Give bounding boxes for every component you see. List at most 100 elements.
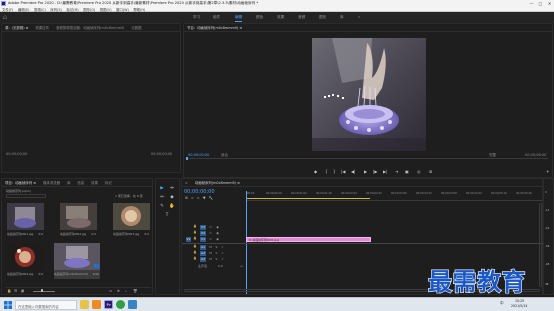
menu-graphics[interactable]: 图形(G) <box>83 7 95 12</box>
tab-source[interactable]: 源：(无剪辑) ≡ <box>5 25 29 30</box>
menu-markers[interactable]: 标记(M) <box>66 7 78 12</box>
menu-view[interactable]: 视图(V) <box>100 7 112 12</box>
windows-start-icon[interactable] <box>4 301 12 309</box>
tab-info[interactable]: 信息 <box>77 180 84 185</box>
project-search-input[interactable] <box>6 194 46 198</box>
icon-view-icon[interactable]: ▦ <box>21 289 24 293</box>
menu-help[interactable]: 帮助(H) <box>133 7 145 12</box>
eye-icon[interactable]: ◉ <box>215 225 220 230</box>
project-item-sequence[interactable]: 动画帧序列(m0c8mmm9) 6;00 <box>54 243 100 279</box>
go-to-in-button[interactable]: |◀ <box>341 169 345 174</box>
tab-project[interactable]: 项目：动画帧序列 ≡ <box>5 180 36 185</box>
solo-button[interactable]: S <box>214 245 219 250</box>
track-label-v3[interactable]: V3 <box>200 224 206 230</box>
track-lock-icon[interactable]: 🔒 <box>193 244 197 248</box>
premiere-taskbar-icon[interactable]: Pr <box>104 300 113 309</box>
work-area-bar[interactable] <box>246 198 370 199</box>
microphone-icon[interactable]: ♪ <box>220 245 225 250</box>
selection-tool-icon[interactable]: ▶ <box>158 185 166 192</box>
track-label-v2[interactable]: V2 <box>200 230 206 236</box>
workspace-assembly[interactable]: 组件 <box>213 15 220 20</box>
microphone-icon[interactable]: ♪ <box>220 251 225 256</box>
clock-date[interactable]: 2021/5/14 <box>511 304 527 308</box>
track-lock-icon[interactable]: 🔒 <box>193 236 197 240</box>
workspace-graphics[interactable]: 图形 <box>319 15 326 20</box>
tab-effect-controls[interactable]: 效果控件 <box>36 25 50 30</box>
trash-icon[interactable]: 🗑 <box>133 289 137 293</box>
maximize-button[interactable]: □ <box>536 0 545 7</box>
nest-icon[interactable]: ⊞ <box>185 196 188 201</box>
track-label-v1[interactable]: V1 <box>200 236 206 242</box>
export-frame-button[interactable]: ◎ <box>417 169 421 174</box>
pen-tool-icon[interactable]: ✎ <box>158 203 166 210</box>
zoom-slider[interactable] <box>33 290 55 292</box>
mute-button[interactable]: M <box>208 245 213 250</box>
tab-audio-clip-mixer[interactable]: 音频剪辑混合器：动画帧序列(m0c8mmm9) <box>56 25 124 30</box>
add-marker-button[interactable]: ◆ <box>314 169 317 174</box>
sync-lock-icon[interactable]: ▭ <box>208 237 213 242</box>
extract-button[interactable]: ▣ <box>405 169 409 174</box>
mute-button[interactable]: M <box>208 251 213 256</box>
microphone-icon[interactable]: ♪ <box>220 257 225 262</box>
tab-metadata[interactable]: 元数据 <box>131 25 141 30</box>
master-volume[interactable]: 0.0 <box>218 264 223 268</box>
comparison-view-button[interactable]: ⊞ <box>429 169 432 174</box>
menu-window[interactable]: 窗口(W) <box>116 7 129 12</box>
mark-out-button[interactable]: } <box>333 169 336 174</box>
workspace-color[interactable]: 颜色 <box>256 15 263 20</box>
timeline-vertical-scrollbar[interactable] <box>539 203 542 287</box>
clock-time[interactable]: 10:25 <box>515 299 524 303</box>
solo-button[interactable]: S <box>214 251 219 256</box>
project-item[interactable]: 动画帧序列0002.jpg 0;0 <box>60 203 97 239</box>
track-select-tool-icon[interactable]: ⇹ <box>168 185 176 192</box>
track-lock-icon[interactable]: 🔒 <box>193 250 197 254</box>
list-view-icon[interactable]: ☰ <box>14 289 17 293</box>
tab-sequence-close[interactable]: × <box>185 181 188 185</box>
workspace-libraries[interactable]: 库 <box>340 15 344 20</box>
menu-clip[interactable]: 剪辑(C) <box>34 7 46 12</box>
tab-libraries[interactable]: 库 <box>67 180 70 185</box>
ime-indicator[interactable]: 中 <box>500 301 504 306</box>
workspace-editing[interactable]: 编辑 <box>235 15 243 22</box>
project-item[interactable]: 动画帧序列0001.jpg 0;0 <box>7 203 44 239</box>
marker-icon[interactable]: ▼ <box>203 196 206 201</box>
hand-tool-icon[interactable]: ✋ <box>168 203 176 210</box>
settings-icon[interactable]: 🔧 <box>209 196 213 201</box>
minimize-button[interactable]: — <box>527 0 536 7</box>
menu-edit[interactable]: 编辑(E) <box>18 7 30 12</box>
tab-markers[interactable]: 标记 <box>105 180 112 185</box>
close-button[interactable]: ✕ <box>545 0 554 7</box>
source-patch-v1[interactable]: V1 <box>186 236 191 242</box>
track-lock-icon[interactable]: 🔒 <box>193 256 197 260</box>
program-scrub-bar[interactable] <box>186 158 548 159</box>
program-playhead[interactable] <box>186 157 188 160</box>
app-icon[interactable] <box>92 300 101 309</box>
track-label-a3[interactable]: A3 <box>200 256 206 262</box>
track-lock-icon[interactable]: 🔒 <box>193 224 197 228</box>
menu-file[interactable]: 文件(F) <box>2 7 13 12</box>
eye-icon[interactable]: ◉ <box>215 231 220 236</box>
go-to-end-icon[interactable]: ⇥ <box>240 264 243 268</box>
zoom-slider-handle[interactable] <box>41 289 43 293</box>
project-item[interactable]: 动画帧序列0004.jpg 0;0 <box>7 243 44 279</box>
home-icon[interactable] <box>3 15 7 19</box>
timeline-clip[interactable]: fx 动画帧序列0001.jpg <box>246 236 371 242</box>
ripple-edit-tool-icon[interactable]: ⇔ <box>158 194 166 201</box>
mute-button[interactable]: M <box>208 257 213 262</box>
sync-lock-icon[interactable]: ▭ <box>208 225 213 230</box>
tab-effects[interactable]: 效果 <box>91 180 98 185</box>
tab-media-browser[interactable]: 媒体浏览器 <box>43 180 60 185</box>
new-item-icon[interactable]: ⊕ <box>117 289 120 293</box>
step-forward-button[interactable]: |▶ <box>373 169 377 174</box>
lock-icon[interactable]: 🔒 <box>7 289 11 293</box>
workspace-audio[interactable]: 音频 <box>298 15 305 20</box>
workspace-learn[interactable]: 学习 <box>193 15 200 20</box>
solo-button[interactable]: S <box>214 257 219 262</box>
timeline-ruler[interactable]: ;00;00 00;00;00;16 00;00;01;02 00;00;01;… <box>246 191 542 201</box>
play-button[interactable]: ▶ <box>364 169 367 174</box>
snap-icon[interactable]: ⊃ <box>191 196 194 201</box>
timeline-timecode[interactable]: 00;00;00;00 <box>184 189 215 195</box>
new-bin-icon[interactable]: ▭ <box>109 289 112 293</box>
button-editor-add[interactable]: + <box>546 169 549 174</box>
lift-button[interactable]: ⇥ <box>395 169 398 174</box>
